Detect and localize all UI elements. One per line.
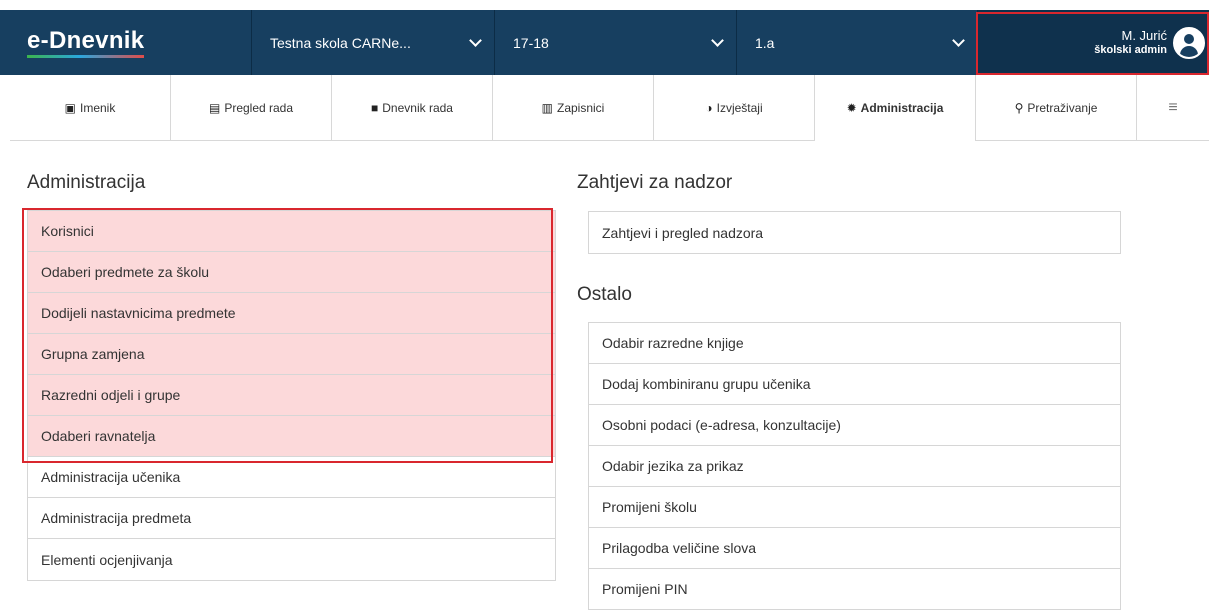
logo-text: e-Dnevnik [27, 26, 145, 58]
book-icon: ■ [371, 100, 379, 115]
admin-link-korisnici[interactable]: Korisnici [28, 211, 555, 252]
admin-link-odaberi-predmete[interactable]: Odaberi predmete za školu [28, 252, 555, 293]
school-year-select[interactable]: 17-18 [495, 10, 737, 75]
tab-label: Dnevnik rada [382, 100, 453, 115]
cog-icon: ✹ [846, 101, 857, 115]
tab-izvjestaji[interactable]: ◑ Izvještaji [654, 75, 815, 140]
administracija-list: Korisnici Odaberi predmete za školu Dodi… [27, 210, 556, 581]
tab-label: Zapisnici [556, 100, 605, 115]
ostalo-link-odabir-jezika[interactable]: Odabir jezika za prikaz [589, 446, 1120, 487]
school-select[interactable]: Testna skola CARNe... [252, 10, 495, 75]
admin-link-odaberi-ravnatelja[interactable]: Odaberi ravnatelja [28, 416, 555, 457]
tab-imenik[interactable]: ▣ Imenik [10, 75, 171, 140]
ostalo-link-promijeni-pin[interactable]: Promijeni PIN [589, 569, 1120, 610]
ostalo-link-velicina-slova[interactable]: Prilagodba veličine slova [589, 528, 1120, 569]
chevron-down-icon [711, 34, 724, 47]
clipboard-icon: ▤ [208, 100, 221, 115]
section-title-ostalo: Ostalo [577, 284, 632, 305]
main-nav: ▣ Imenik ▤ Pregled rada ■ Dnevnik rada ▥… [10, 75, 1209, 141]
ostalo-list: Odabir razredne knjige Dodaj kombiniranu… [588, 322, 1121, 610]
search-icon: ⚲ [1014, 100, 1024, 115]
class-select[interactable]: 1.a [737, 10, 978, 75]
section-title-administracija: Administracija [27, 172, 146, 193]
tab-dnevnik-rada[interactable]: ■ Dnevnik rada [332, 75, 493, 140]
admin-link-grupna-zamjena[interactable]: Grupna zamjena [28, 334, 555, 375]
tab-administracija[interactable]: ✹ Administracija [815, 75, 976, 141]
nadzor-link-zahtjevi[interactable]: Zahtjevi i pregled nadzora [589, 212, 1120, 253]
school-select-value: Testna skola CARNe... [270, 34, 411, 51]
tab-label: Pretraživanje [1027, 100, 1098, 115]
tab-label: Pregled rada [224, 100, 294, 115]
user-name: M. Jurić [1121, 27, 1168, 43]
admin-link-dodijeli-predmete[interactable]: Dodijeli nastavnicima predmete [28, 293, 555, 334]
app-logo[interactable]: e-Dnevnik [0, 10, 252, 75]
tab-label: Imenik [80, 100, 116, 115]
admin-link-elementi-ocjenjivanja[interactable]: Elementi ocjenjivanja [28, 539, 555, 580]
hamburger-menu-icon[interactable]: ≡ [1137, 75, 1209, 140]
tab-pregled-rada[interactable]: ▤ Pregled rada [171, 75, 332, 140]
admin-link-razredni-odjeli[interactable]: Razredni odjeli i grupe [28, 375, 555, 416]
user-role: školski admin [1094, 43, 1167, 56]
user-menu[interactable]: M. Jurić školski admin [978, 10, 1209, 75]
tab-zapisnici[interactable]: ▥ Zapisnici [493, 75, 654, 140]
tab-label: Administracija [860, 101, 944, 115]
ostalo-link-kombinirana-grupa[interactable]: Dodaj kombiniranu grupu učenika [589, 364, 1120, 405]
chevron-down-icon [952, 34, 965, 47]
avatar-icon[interactable] [1173, 26, 1205, 59]
school-year-value: 17-18 [513, 34, 549, 51]
nadzor-list: Zahtjevi i pregled nadzora [588, 211, 1121, 254]
section-title-nadzor: Zahtjevi za nadzor [577, 172, 733, 193]
address-book-icon: ▣ [64, 100, 76, 115]
top-bar: e-Dnevnik Testna skola CARNe... 17-18 1.… [0, 10, 1209, 75]
ostalo-link-osobni-podaci[interactable]: Osobni podaci (e-adresa, konzultacije) [589, 405, 1120, 446]
admin-link-administracija-predmeta[interactable]: Administracija predmeta [28, 498, 555, 539]
pie-chart-icon: ◑ [705, 100, 713, 115]
admin-link-administracija-ucenika[interactable]: Administracija učenika [28, 457, 555, 498]
archive-icon: ▥ [541, 100, 553, 115]
class-select-value: 1.a [755, 34, 775, 51]
ostalo-link-promijeni-skolu[interactable]: Promijeni školu [589, 487, 1120, 528]
chevron-down-icon [469, 34, 482, 47]
tab-label: Izvještaji [716, 100, 763, 115]
ostalo-link-razredna-knjiga[interactable]: Odabir razredne knjige [589, 323, 1120, 364]
tab-pretrazivanje[interactable]: ⚲ Pretraživanje [976, 75, 1137, 140]
